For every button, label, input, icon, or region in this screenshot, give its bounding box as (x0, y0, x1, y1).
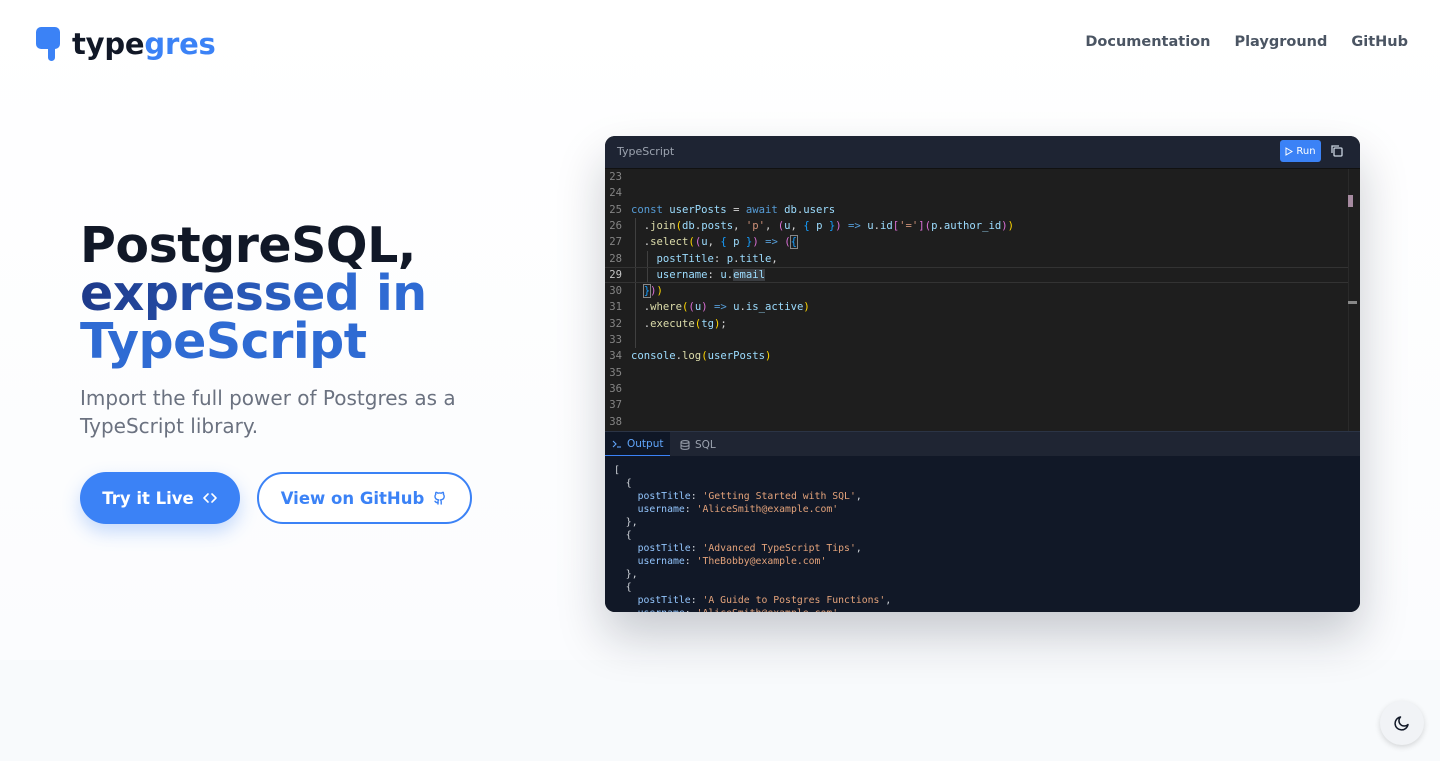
output-line: postTitle: 'Getting Started with SQL', (637, 491, 862, 502)
scrollbar-thumb[interactable] (1348, 195, 1353, 207)
line-number: 27 (609, 236, 622, 249)
code-text: .select((u, { p }) => ({ (631, 235, 799, 250)
moon-icon (1394, 716, 1409, 731)
output-tabs: Output SQL (605, 431, 1360, 457)
logo-text-part2: gres (144, 27, 216, 61)
nav-link-documentation[interactable]: Documentation (1085, 34, 1210, 50)
tab-output-label: Output (627, 437, 664, 450)
github-icon (434, 491, 446, 505)
view-on-github-button[interactable]: View on GitHub (257, 472, 472, 524)
line-number: 34 (609, 350, 622, 363)
code-line: 23 (605, 169, 1349, 185)
code-text: .execute(tg); (631, 317, 727, 330)
output-line: { (614, 582, 632, 593)
code-line-active: 29 username: u.email (605, 266, 1349, 284)
code-line: 33 (605, 332, 1349, 348)
tab-sql[interactable]: SQL (673, 432, 723, 457)
elephant-logo-icon (36, 27, 60, 61)
line-number: 25 (609, 203, 622, 216)
code-line: 26 .join(db.posts, 'p', (u, { p }) => u.… (605, 218, 1349, 234)
line-number: 30 (609, 285, 622, 298)
code-text: const userPosts = await db.users (631, 203, 836, 216)
run-button[interactable]: Run (1280, 140, 1321, 162)
code-line: 35 (605, 365, 1349, 381)
code-line: 28 postTitle: p.title, (605, 251, 1349, 267)
line-number: 28 (609, 252, 622, 265)
code-line: 37 (605, 397, 1349, 413)
code-line: 30 })) (605, 283, 1349, 299)
editor-language-label: TypeScript (617, 145, 675, 158)
output-panel[interactable]: [ { postTitle: 'Getting Started with SQL… (605, 456, 1360, 612)
hero-title-line2: expressed in (80, 269, 427, 318)
view-on-github-label: View on GitHub (280, 488, 425, 508)
code-editor[interactable]: 23 24 25 const userPosts = await db.users… (605, 169, 1360, 431)
hero-title: PostgreSQL, expressed in TypeScript (80, 217, 427, 370)
hero-title-line3: TypeScript (80, 313, 367, 370)
output-line: [ (614, 465, 620, 476)
features-section-top (0, 660, 1440, 761)
editor-toolbar: TypeScript Run (605, 136, 1360, 169)
line-number: 32 (609, 317, 622, 330)
code-brackets-icon (202, 493, 217, 503)
code-text: postTitle: p.title, (656, 252, 778, 265)
vertical-scrollbar-track[interactable] (1348, 169, 1349, 431)
line-number: 26 (609, 219, 622, 232)
output-line: postTitle: 'A Guide to Postgres Function… (637, 595, 892, 606)
nav-link-playground[interactable]: Playground (1234, 34, 1327, 50)
code-text: })) (642, 284, 663, 299)
line-number: 36 (609, 382, 622, 395)
code-line: 34 console.log(userPosts) (605, 348, 1349, 364)
output-line: username: 'AliceSmith@example.com' (614, 607, 839, 612)
logo[interactable]: typegres (36, 26, 216, 62)
site-header: typegres Documentation Playground GitHub (0, 0, 1440, 88)
hero-title-line1: PostgreSQL, (80, 217, 416, 274)
output-line: }, (614, 569, 638, 580)
hero-title-in: in (359, 265, 427, 322)
output-line: username: 'AliceSmith@example.com' (637, 504, 839, 515)
code-text: console.log(userPosts) (631, 350, 772, 363)
logo-text-part1: type (72, 27, 145, 61)
code-line: 32 .execute(tg); (605, 316, 1349, 332)
line-number: 23 (609, 171, 622, 183)
database-icon (680, 439, 690, 450)
code-line: 31 .where((u) => u.is_active) (605, 299, 1349, 315)
line-number: 33 (609, 334, 622, 346)
main-nav: Documentation Playground GitHub (1085, 34, 1408, 50)
output-line: }, (614, 517, 638, 528)
output-line: { (614, 530, 632, 541)
code-text: .where((u) => u.is_active) (631, 301, 810, 314)
line-number: 24 (609, 187, 622, 200)
output-line: { (614, 478, 632, 489)
tab-sql-label: SQL (695, 438, 716, 451)
code-line: 27 .select((u, { p }) => ({ (605, 234, 1349, 250)
try-it-live-label: Try it Live (102, 488, 194, 508)
line-number: 38 (609, 415, 622, 428)
code-line: 36 (605, 381, 1349, 397)
hero-subtitle: Import the full power of Postgres as a T… (80, 386, 456, 438)
output-line: username: 'TheBobby@example.com' (637, 556, 827, 567)
code-line: 25 const userPosts = await db.users (605, 202, 1349, 218)
line-number: 31 (609, 301, 622, 314)
code-line: 38 (605, 414, 1349, 430)
code-line: 24 (605, 185, 1349, 201)
tab-output[interactable]: Output (605, 432, 671, 457)
line-number: 35 (609, 366, 622, 379)
line-number: 29 (609, 268, 622, 281)
nav-link-github[interactable]: GitHub (1351, 34, 1408, 50)
code-text: .join(db.posts, 'p', (u, { p }) => u.id[… (631, 219, 1015, 232)
copy-icon[interactable] (1329, 143, 1345, 159)
output-line: postTitle: 'Advanced TypeScript Tips', (637, 543, 862, 554)
theme-toggle-button[interactable] (1380, 701, 1424, 745)
terminal-icon (612, 440, 621, 448)
overview-ruler-marker (1348, 301, 1357, 304)
code-text: username: u.email (656, 268, 765, 281)
play-icon (1285, 146, 1294, 156)
logo-text: typegres (72, 27, 216, 61)
code-playground: TypeScript Run 23 24 25 const userPosts =… (605, 136, 1360, 612)
run-button-label: Run (1296, 145, 1316, 157)
try-it-live-button[interactable]: Try it Live (80, 472, 240, 524)
line-number: 37 (609, 399, 622, 412)
